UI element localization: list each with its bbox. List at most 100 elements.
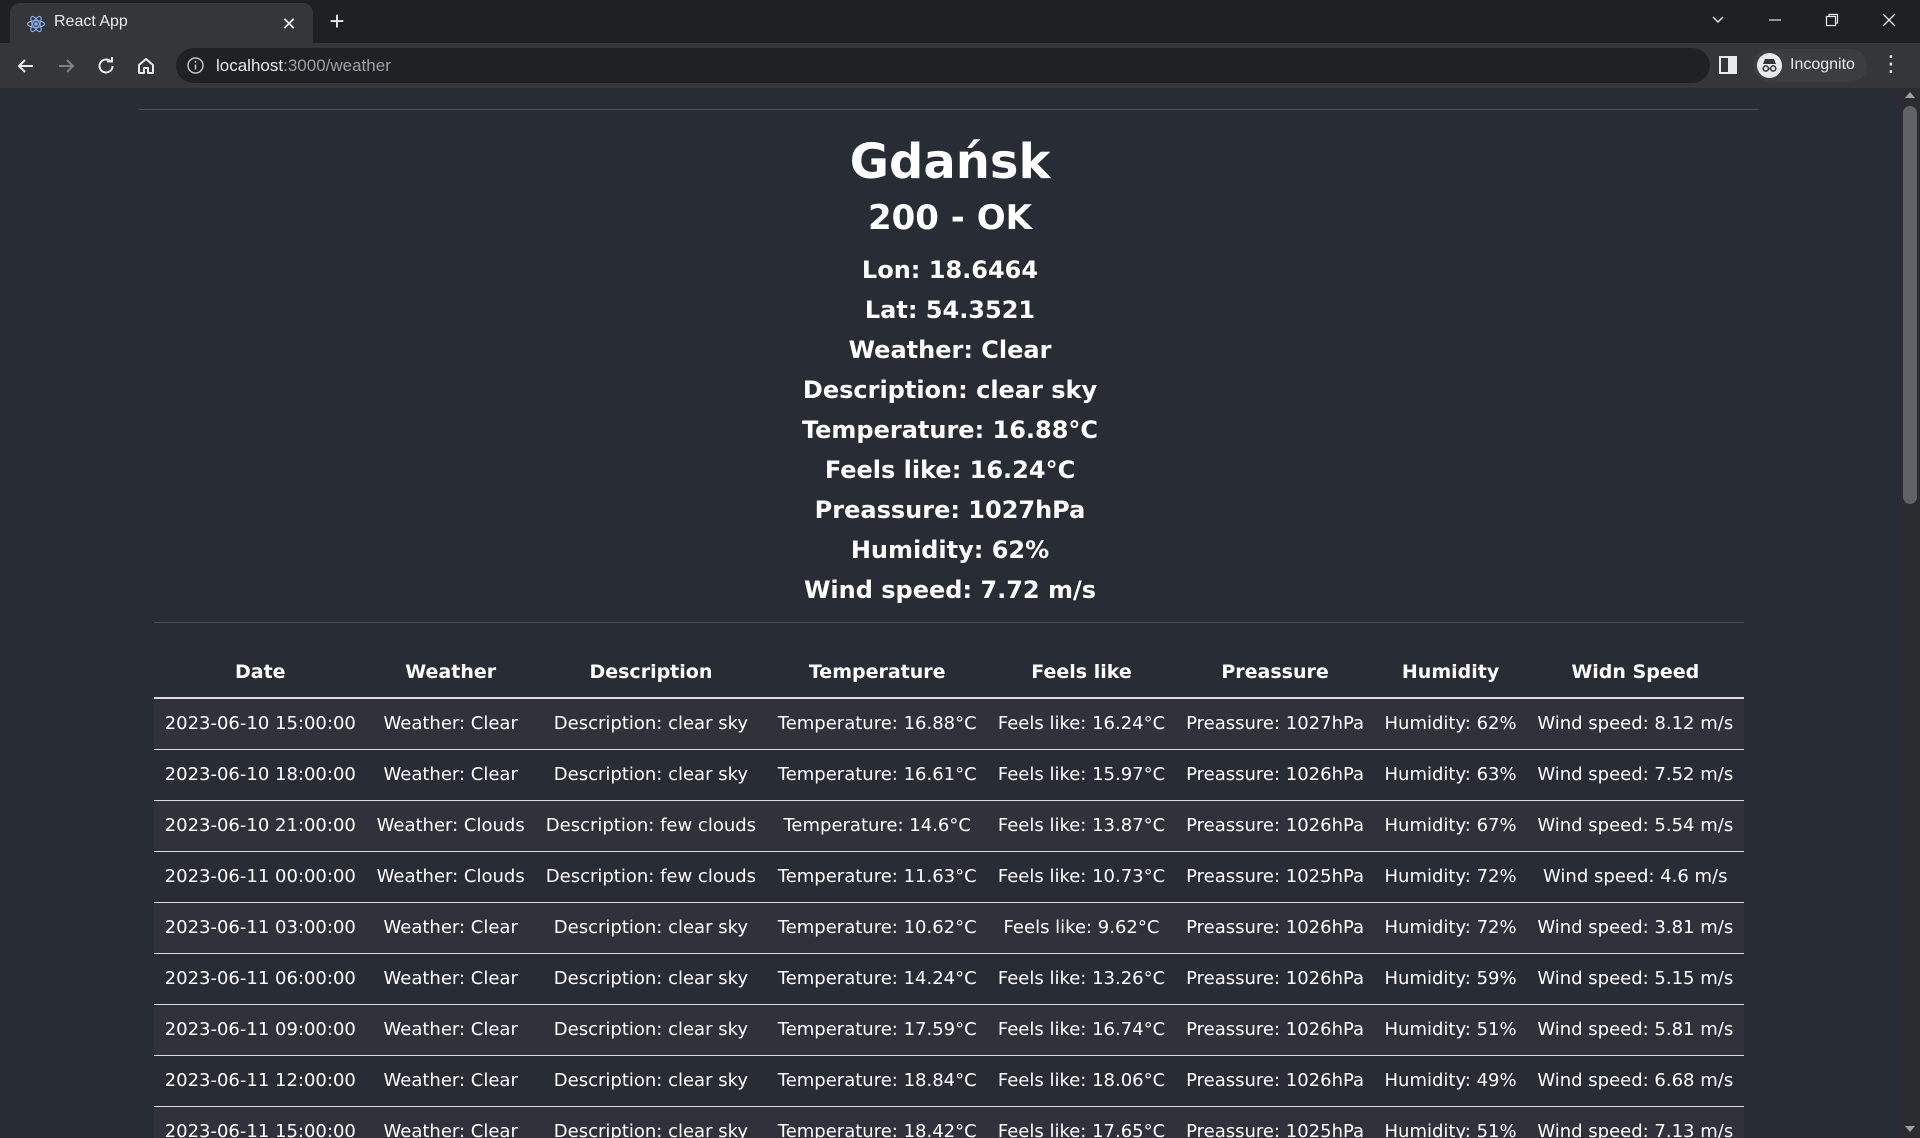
page-scrollbar[interactable] (1900, 88, 1920, 1138)
page-viewport: Gdańsk 200 - OK Lon: 18.6464 Lat: 54.352… (0, 88, 1900, 1138)
date-cell: 2023-06-11 00:00:00 (154, 851, 367, 903)
site-info-icon[interactable] (186, 56, 205, 75)
pressure-cell: Preassure: 1026hPa (1175, 1055, 1375, 1107)
pressure-cell: Preassure: 1026hPa (1175, 902, 1375, 954)
table-row: 2023-06-11 06:00:00 Weather: Clear Descrip… (154, 953, 1744, 1005)
address-bar[interactable]: localhost:3000/weather (176, 48, 1859, 83)
pressure-cell: Preassure: 1025hPa (1175, 1106, 1375, 1138)
back-arrow-icon (17, 59, 33, 73)
description-cell: Description: clear sky (534, 1004, 767, 1056)
minimize-button[interactable] (1755, 6, 1795, 36)
temperature-cell: Temperature: 10.62°C (766, 902, 988, 954)
browser-menu-icon[interactable]: ⋮ (1880, 52, 1902, 78)
wind-speed-cell: Wind speed: 5.81 m/s (1526, 1004, 1744, 1056)
humidity-cell: Humidity: 63% (1374, 749, 1527, 801)
wind-speed-cell: Wind speed: 7.52 m/s (1526, 749, 1744, 801)
column-header-humidity: Humidity (1374, 647, 1527, 699)
table-header-row: Date Weather Description Temperature Fee… (154, 647, 1744, 699)
latitude: Lat: 54.3521 (864, 296, 1036, 324)
browser-tab[interactable]: React App ✕ (10, 3, 313, 43)
feels-like-cell: Feels like: 9.62°C (987, 902, 1176, 954)
humidity-cell: Humidity: 51% (1374, 1004, 1527, 1056)
humidity-cell: Humidity: 72% (1374, 851, 1527, 903)
scroll-up-arrow-icon[interactable] (1905, 92, 1915, 98)
url-host: localhost (216, 56, 284, 75)
table-row: 2023-06-11 15:00:00 Weather: Clear Descrip… (154, 1106, 1744, 1138)
react-logo-icon (26, 15, 46, 33)
home-icon (138, 58, 154, 74)
feels-like-cell: Feels like: 18.06°C (987, 1055, 1176, 1107)
description-cell: Description: clear sky (534, 1106, 767, 1138)
description-cell: Description: clear sky (534, 953, 767, 1005)
pressure-cell: Preassure: 1026hPa (1175, 1004, 1375, 1056)
tab-title: React App (54, 13, 128, 30)
feels-like: Feels like: 16.24°C (824, 456, 1076, 484)
description-cell: Description: clear sky (534, 698, 767, 750)
pressure-cell: Preassure: 1026hPa (1175, 749, 1375, 801)
reload-button[interactable] (91, 51, 121, 81)
response-status: 200 - OK (867, 198, 1032, 238)
date-cell: 2023-06-11 12:00:00 (154, 1055, 367, 1107)
wind-speed: Wind speed: 7.72 m/s (803, 576, 1097, 604)
humidity-cell: Humidity: 51% (1374, 1106, 1527, 1138)
weather-cell: Weather: Clouds (366, 851, 535, 903)
scroll-down-arrow-icon[interactable] (1905, 1126, 1915, 1132)
date-cell: 2023-06-11 15:00:00 (154, 1106, 367, 1138)
date-cell: 2023-06-10 15:00:00 (154, 698, 367, 750)
divider (139, 109, 1759, 110)
scrollbar-thumb[interactable] (1903, 106, 1917, 504)
column-header-temperature: Temperature (766, 647, 988, 699)
incognito-profile-button[interactable]: Incognito (1753, 49, 1867, 82)
feels-like-cell: Feels like: 13.87°C (987, 800, 1176, 852)
table-row: 2023-06-11 03:00:00 Weather: Clear Descrip… (154, 902, 1744, 954)
pressure-cell: Preassure: 1025hPa (1175, 851, 1375, 903)
temperature-cell: Temperature: 16.88°C (766, 698, 988, 750)
column-header-pressure: Preassure (1175, 647, 1375, 699)
weather-cell: Weather: Clear (366, 1004, 535, 1056)
close-tab-icon[interactable]: ✕ (278, 13, 300, 35)
feels-like-cell: Feels like: 16.74°C (987, 1004, 1176, 1056)
url-text: localhost:3000/weather (216, 56, 391, 76)
forward-arrow-icon (59, 59, 75, 73)
feels-like-cell: Feels like: 17.65°C (987, 1106, 1176, 1138)
table-row: 2023-06-10 15:00:00 Weather: Clear Descrip… (154, 698, 1744, 750)
wind-speed-cell: Wind speed: 7.13 m/s (1526, 1106, 1744, 1138)
description-cell: Description: few clouds (534, 851, 767, 903)
temperature-cell: Temperature: 14.24°C (766, 953, 988, 1005)
column-header-date: Date (154, 647, 367, 699)
wind-speed-cell: Wind speed: 4.6 m/s (1526, 851, 1744, 903)
column-header-wind-speed: Widn Speed (1526, 647, 1744, 699)
close-window-button[interactable] (1869, 6, 1909, 36)
home-button[interactable] (131, 51, 161, 81)
weather-condition: Weather: Clear (848, 336, 1052, 364)
date-cell: 2023-06-11 06:00:00 (154, 953, 367, 1005)
humidity-cell: Humidity: 67% (1374, 800, 1527, 852)
table-row: 2023-06-11 00:00:00 Weather: Clouds Descri… (154, 851, 1744, 903)
humidity-cell: Humidity: 72% (1374, 902, 1527, 954)
date-cell: 2023-06-10 18:00:00 (154, 749, 367, 801)
table-row: 2023-06-11 12:00:00 Weather: Clear Descrip… (154, 1055, 1744, 1107)
column-header-feels-like: Feels like (987, 647, 1176, 699)
tab-search-chevron-icon[interactable] (1698, 6, 1738, 36)
description-cell: Description: clear sky (534, 902, 767, 954)
weather-cell: Weather: Clear (366, 953, 535, 1005)
wind-speed-cell: Wind speed: 3.81 m/s (1526, 902, 1744, 954)
temperature-cell: Temperature: 18.84°C (766, 1055, 988, 1107)
tab-strip: React App ✕ + (0, 0, 1920, 43)
side-panel-icon[interactable] (1717, 54, 1739, 76)
longitude: Lon: 18.6464 (861, 256, 1039, 284)
weather-cell: Weather: Clear (366, 1106, 535, 1138)
incognito-label: Incognito (1790, 56, 1855, 73)
wind-speed-cell: Wind speed: 8.12 m/s (1526, 698, 1744, 750)
restore-button[interactable] (1812, 6, 1852, 36)
feels-like-cell: Feels like: 15.97°C (987, 749, 1176, 801)
humidity-cell: Humidity: 49% (1374, 1055, 1527, 1107)
forward-button[interactable] (51, 51, 81, 81)
back-button[interactable] (11, 51, 41, 81)
weather-cell: Weather: Clear (366, 902, 535, 954)
humidity: Humidity: 62% (850, 536, 1050, 564)
new-tab-button[interactable]: + (323, 8, 351, 36)
temperature-cell: Temperature: 18.42°C (766, 1106, 988, 1138)
description-cell: Description: few clouds (534, 800, 767, 852)
humidity-cell: Humidity: 59% (1374, 953, 1527, 1005)
